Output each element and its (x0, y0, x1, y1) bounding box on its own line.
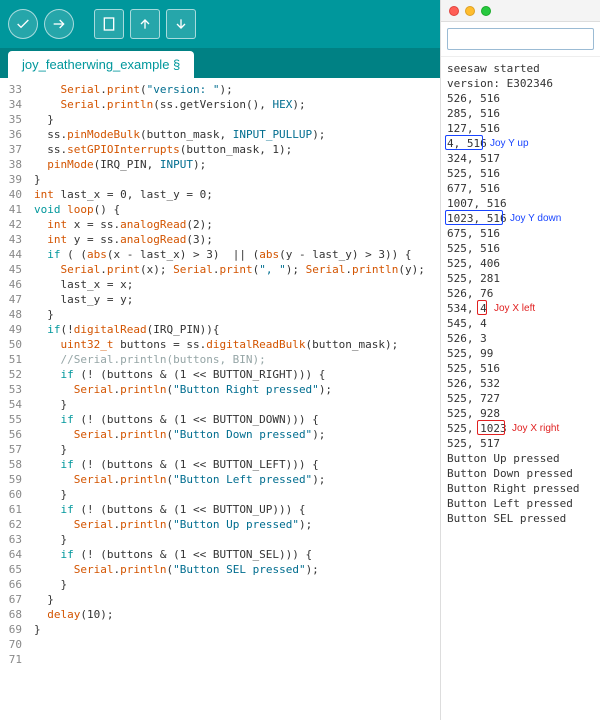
check-icon (15, 16, 31, 32)
serial-line: Button Right pressed (447, 481, 594, 496)
arrow-up-icon (137, 16, 153, 32)
serial-line: 525, 517 (447, 436, 594, 451)
serial-line: 526, 516 (447, 91, 594, 106)
serial-line: 677, 516 (447, 181, 594, 196)
toolbar (0, 0, 440, 48)
minimize-icon[interactable] (465, 6, 475, 16)
serial-line: 285, 516 (447, 106, 594, 121)
serial-line: 1007, 516 (447, 196, 594, 211)
serial-line: 526, 532 (447, 376, 594, 391)
serial-line: 525, 727 (447, 391, 594, 406)
tab-sketch[interactable]: joy_featherwing_example § (8, 51, 194, 78)
serial-line: 324, 517 (447, 151, 594, 166)
serial-monitor-pane: seesaw startedversion: E302346526, 51628… (440, 0, 600, 720)
editor-pane: joy_featherwing_example § 33343536373839… (0, 0, 440, 720)
serial-line: 545, 4 (447, 316, 594, 331)
code-content[interactable]: Serial.print("version: "); Serial.printl… (28, 78, 440, 720)
serial-line: Button Up pressed (447, 451, 594, 466)
open-button[interactable] (130, 9, 160, 39)
serial-line: 525, 406 (447, 256, 594, 271)
serial-input[interactable] (447, 28, 594, 50)
verify-button[interactable] (8, 9, 38, 39)
serial-line: 525, 928 (447, 406, 594, 421)
serial-line: Button SEL pressed (447, 511, 594, 526)
tab-bar: joy_featherwing_example § (0, 48, 440, 78)
serial-input-row (441, 22, 600, 57)
file-icon (101, 16, 117, 32)
serial-line: 526, 76 (447, 286, 594, 301)
serial-line: 675, 516 (447, 226, 594, 241)
serial-line: 525, 516 (447, 241, 594, 256)
serial-line: version: E302346 (447, 76, 594, 91)
serial-titlebar[interactable] (441, 0, 600, 22)
serial-line: 525, 516 (447, 166, 594, 181)
maximize-icon[interactable] (481, 6, 491, 16)
serial-output[interactable]: seesaw startedversion: E302346526, 51628… (441, 57, 600, 720)
close-icon[interactable] (449, 6, 459, 16)
serial-line: 534, 4 (447, 301, 594, 316)
serial-line: 525, 99 (447, 346, 594, 361)
save-button[interactable] (166, 9, 196, 39)
arrow-down-icon (173, 16, 189, 32)
serial-line: 1023, 516 (447, 211, 594, 226)
upload-button[interactable] (44, 9, 74, 39)
serial-line: Button Left pressed (447, 496, 594, 511)
serial-line: 525, 281 (447, 271, 594, 286)
serial-line: 526, 3 (447, 331, 594, 346)
code-area[interactable]: 3334353637383940414243444546474849505152… (0, 78, 440, 720)
serial-line: 525, 516 (447, 361, 594, 376)
serial-line: 127, 516 (447, 121, 594, 136)
serial-line: seesaw started (447, 61, 594, 76)
line-gutter: 3334353637383940414243444546474849505152… (0, 78, 28, 720)
arrow-right-icon (51, 16, 67, 32)
serial-line: 525, 1023 (447, 421, 594, 436)
serial-line: 4, 516 (447, 136, 594, 151)
new-button[interactable] (94, 9, 124, 39)
serial-line: Button Down pressed (447, 466, 594, 481)
